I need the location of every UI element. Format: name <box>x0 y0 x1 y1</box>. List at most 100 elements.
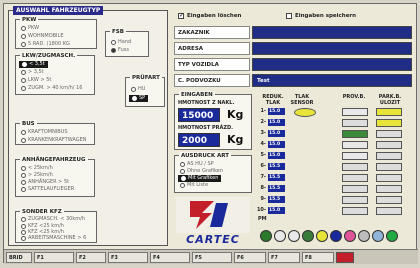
ausdruck-option[interactable]: Ohne Grafiken <box>180 168 223 175</box>
palette-swatch[interactable] <box>330 230 342 242</box>
row-prov-cell <box>342 207 368 215</box>
pkw-option[interactable]: WOHNMOBILE <box>21 33 63 40</box>
bus-option[interactable]: KRANKENKRAFTWAGEN <box>21 137 86 144</box>
palette-swatch[interactable] <box>386 230 398 242</box>
row-park-cell <box>376 141 402 149</box>
palette-swatch[interactable] <box>274 230 286 242</box>
row-reduk-value[interactable]: 15.5 <box>268 163 285 170</box>
row-park-cell <box>376 119 402 127</box>
anh-option[interactable]: ANHÄNGER > 5t <box>21 179 69 186</box>
radio-icon <box>21 78 26 83</box>
palette-swatch[interactable] <box>344 230 356 242</box>
field-adresa[interactable] <box>252 42 412 55</box>
customer-fields: ZAKAZNIK ADRESA TYP VOZIDLA C. PODVOZKU … <box>174 26 414 88</box>
row-park-cell <box>376 108 402 116</box>
lkw-group: LKW/ZUGMASCH. < 3,5t > 3,5t LKW > 5t ZUG… <box>15 52 95 95</box>
sonder-option[interactable]: ARBEITSMASCHINE > 6 <box>21 235 86 242</box>
row-prov-cell <box>342 163 368 171</box>
row-prov-cell <box>342 196 368 204</box>
taskbar-f8[interactable]: F8 <box>302 251 334 263</box>
ausdruck-option-selected[interactable]: Mit Grafiken <box>178 175 222 182</box>
row-label: 9- <box>260 196 266 202</box>
row-label: 10- <box>256 207 266 213</box>
field-zakaznik[interactable] <box>252 26 412 39</box>
anh-option[interactable]: < 25km/h <box>21 165 53 172</box>
taskbar-f3[interactable]: F3 <box>108 251 148 263</box>
lkw-option[interactable]: ZUGM. > 40 km/h/ 16 <box>21 85 82 92</box>
lkw-option[interactable]: > 3,5t <box>21 69 44 76</box>
function-key-bar: BRID F1 F2 F3 F4 F5 F6 F7 F8 <box>4 249 418 264</box>
palette-swatch[interactable] <box>372 230 384 242</box>
hmotnost-input[interactable]: 15000 <box>178 108 220 122</box>
hmotnost-label: HMOTNOST Z NAKL. <box>178 100 235 106</box>
palette-swatch[interactable] <box>358 230 370 242</box>
taskbar-brid[interactable]: BRID <box>6 251 32 263</box>
fsb-option-hand[interactable]: Hand <box>111 39 131 46</box>
row-reduk-value[interactable]: 15.0 <box>268 108 285 115</box>
row-reduk-value[interactable]: 15.0 <box>268 207 285 214</box>
row-reduk-value[interactable]: 15.0 <box>268 141 285 148</box>
radio-icon <box>22 62 27 67</box>
taskbar-f1[interactable]: F1 <box>34 251 74 263</box>
row-reduk-value[interactable]: 15.0 <box>268 130 285 137</box>
ausdruck-group: AUSDRUCK ART AS HU / SP Ohne Grafiken Mi… <box>174 152 252 193</box>
taskbar-f5[interactable]: F5 <box>192 251 232 263</box>
row-park-cell <box>376 174 402 182</box>
row-label: 5- <box>260 152 266 158</box>
anh-option[interactable]: > 25km/h <box>21 172 53 179</box>
row-reduk-value[interactable]: 15.5 <box>268 174 285 181</box>
taskbar-f4[interactable]: F4 <box>150 251 190 263</box>
palette-swatch[interactable] <box>302 230 314 242</box>
checkbox-icon <box>286 13 292 19</box>
row-reduk-value[interactable]: 15.0 <box>268 119 285 126</box>
ausdruck-option[interactable]: Mit Liste <box>180 182 208 189</box>
radio-icon <box>131 87 136 92</box>
row-label: 7- <box>260 174 266 180</box>
col-header-reduk: REDUK. TLAK <box>262 94 284 106</box>
row-label: 1- <box>260 108 266 114</box>
pruefart-option-hu[interactable]: HU <box>131 86 145 93</box>
row-prov-cell <box>342 185 368 193</box>
radio-icon <box>21 173 26 178</box>
row-park-cell <box>376 196 402 204</box>
sonder-option[interactable]: ZUGMASCH. < 30km/h <box>21 216 85 223</box>
taskbar-f2[interactable]: F2 <box>76 251 106 263</box>
row-prov-cell <box>342 108 368 116</box>
radio-icon <box>21 166 26 171</box>
bus-option[interactable]: KRAFTOMNIBUS <box>21 129 68 136</box>
taskbar-f7[interactable]: F7 <box>268 251 300 263</box>
eingaben-group: EINGABEN HMOTNOST Z NAKL. 15000 Kg HMOTN… <box>174 91 252 150</box>
palette-swatch[interactable] <box>316 230 328 242</box>
anh-option[interactable]: SATTELAUFLIEGER <box>21 186 74 193</box>
row-reduk-value[interactable]: 15.0 <box>268 152 285 159</box>
row-label: 8- <box>260 185 266 191</box>
row-reduk-value[interactable]: 15.5 <box>268 185 285 192</box>
ausdruck-option[interactable]: AS HU / SP <box>180 161 214 168</box>
pkw-group: PKW PKW WOHNMOBILE 5 RAD. (1800 KG <box>15 16 97 49</box>
field-typ-vozidla[interactable] <box>252 58 412 71</box>
lkw-option-selected[interactable]: < 3,5t <box>19 61 48 68</box>
delete-entries-checkbox[interactable]: Eingaben löschen <box>178 12 241 19</box>
field-label-adresa: ADRESA <box>174 42 250 55</box>
row-park-cell <box>376 163 402 171</box>
lkw-option[interactable]: LKW > 5t <box>21 77 51 84</box>
anh-title: ANHÄNGEFAHRZEUG <box>20 156 88 164</box>
radio-icon <box>132 96 137 101</box>
pkw-option[interactable]: PKW <box>21 25 39 32</box>
row-reduk-value[interactable]: 15.5 <box>268 196 285 203</box>
stop-icon[interactable] <box>336 251 354 263</box>
save-entries-checkbox[interactable]: Eingaben speichern <box>286 13 356 19</box>
lkw-title: LKW/ZUGMASCH. <box>20 52 78 60</box>
checkbox-icon <box>178 12 184 19</box>
radio-icon <box>21 187 26 192</box>
pruefart-option-sp[interactable]: SP <box>129 95 149 102</box>
taskbar-f6[interactable]: F6 <box>234 251 266 263</box>
fsb-option-fuss[interactable]: Fuss <box>111 47 129 54</box>
radio-icon <box>181 176 186 181</box>
field-podvozek[interactable]: Test <box>252 74 412 87</box>
palette-swatch[interactable] <box>288 230 300 242</box>
palette-swatch[interactable] <box>260 230 272 242</box>
radio-icon <box>180 169 185 174</box>
prazdno-input[interactable]: 2000 <box>178 133 220 147</box>
pkw-option[interactable]: 5 RAD. (1800 KG <box>21 41 70 48</box>
